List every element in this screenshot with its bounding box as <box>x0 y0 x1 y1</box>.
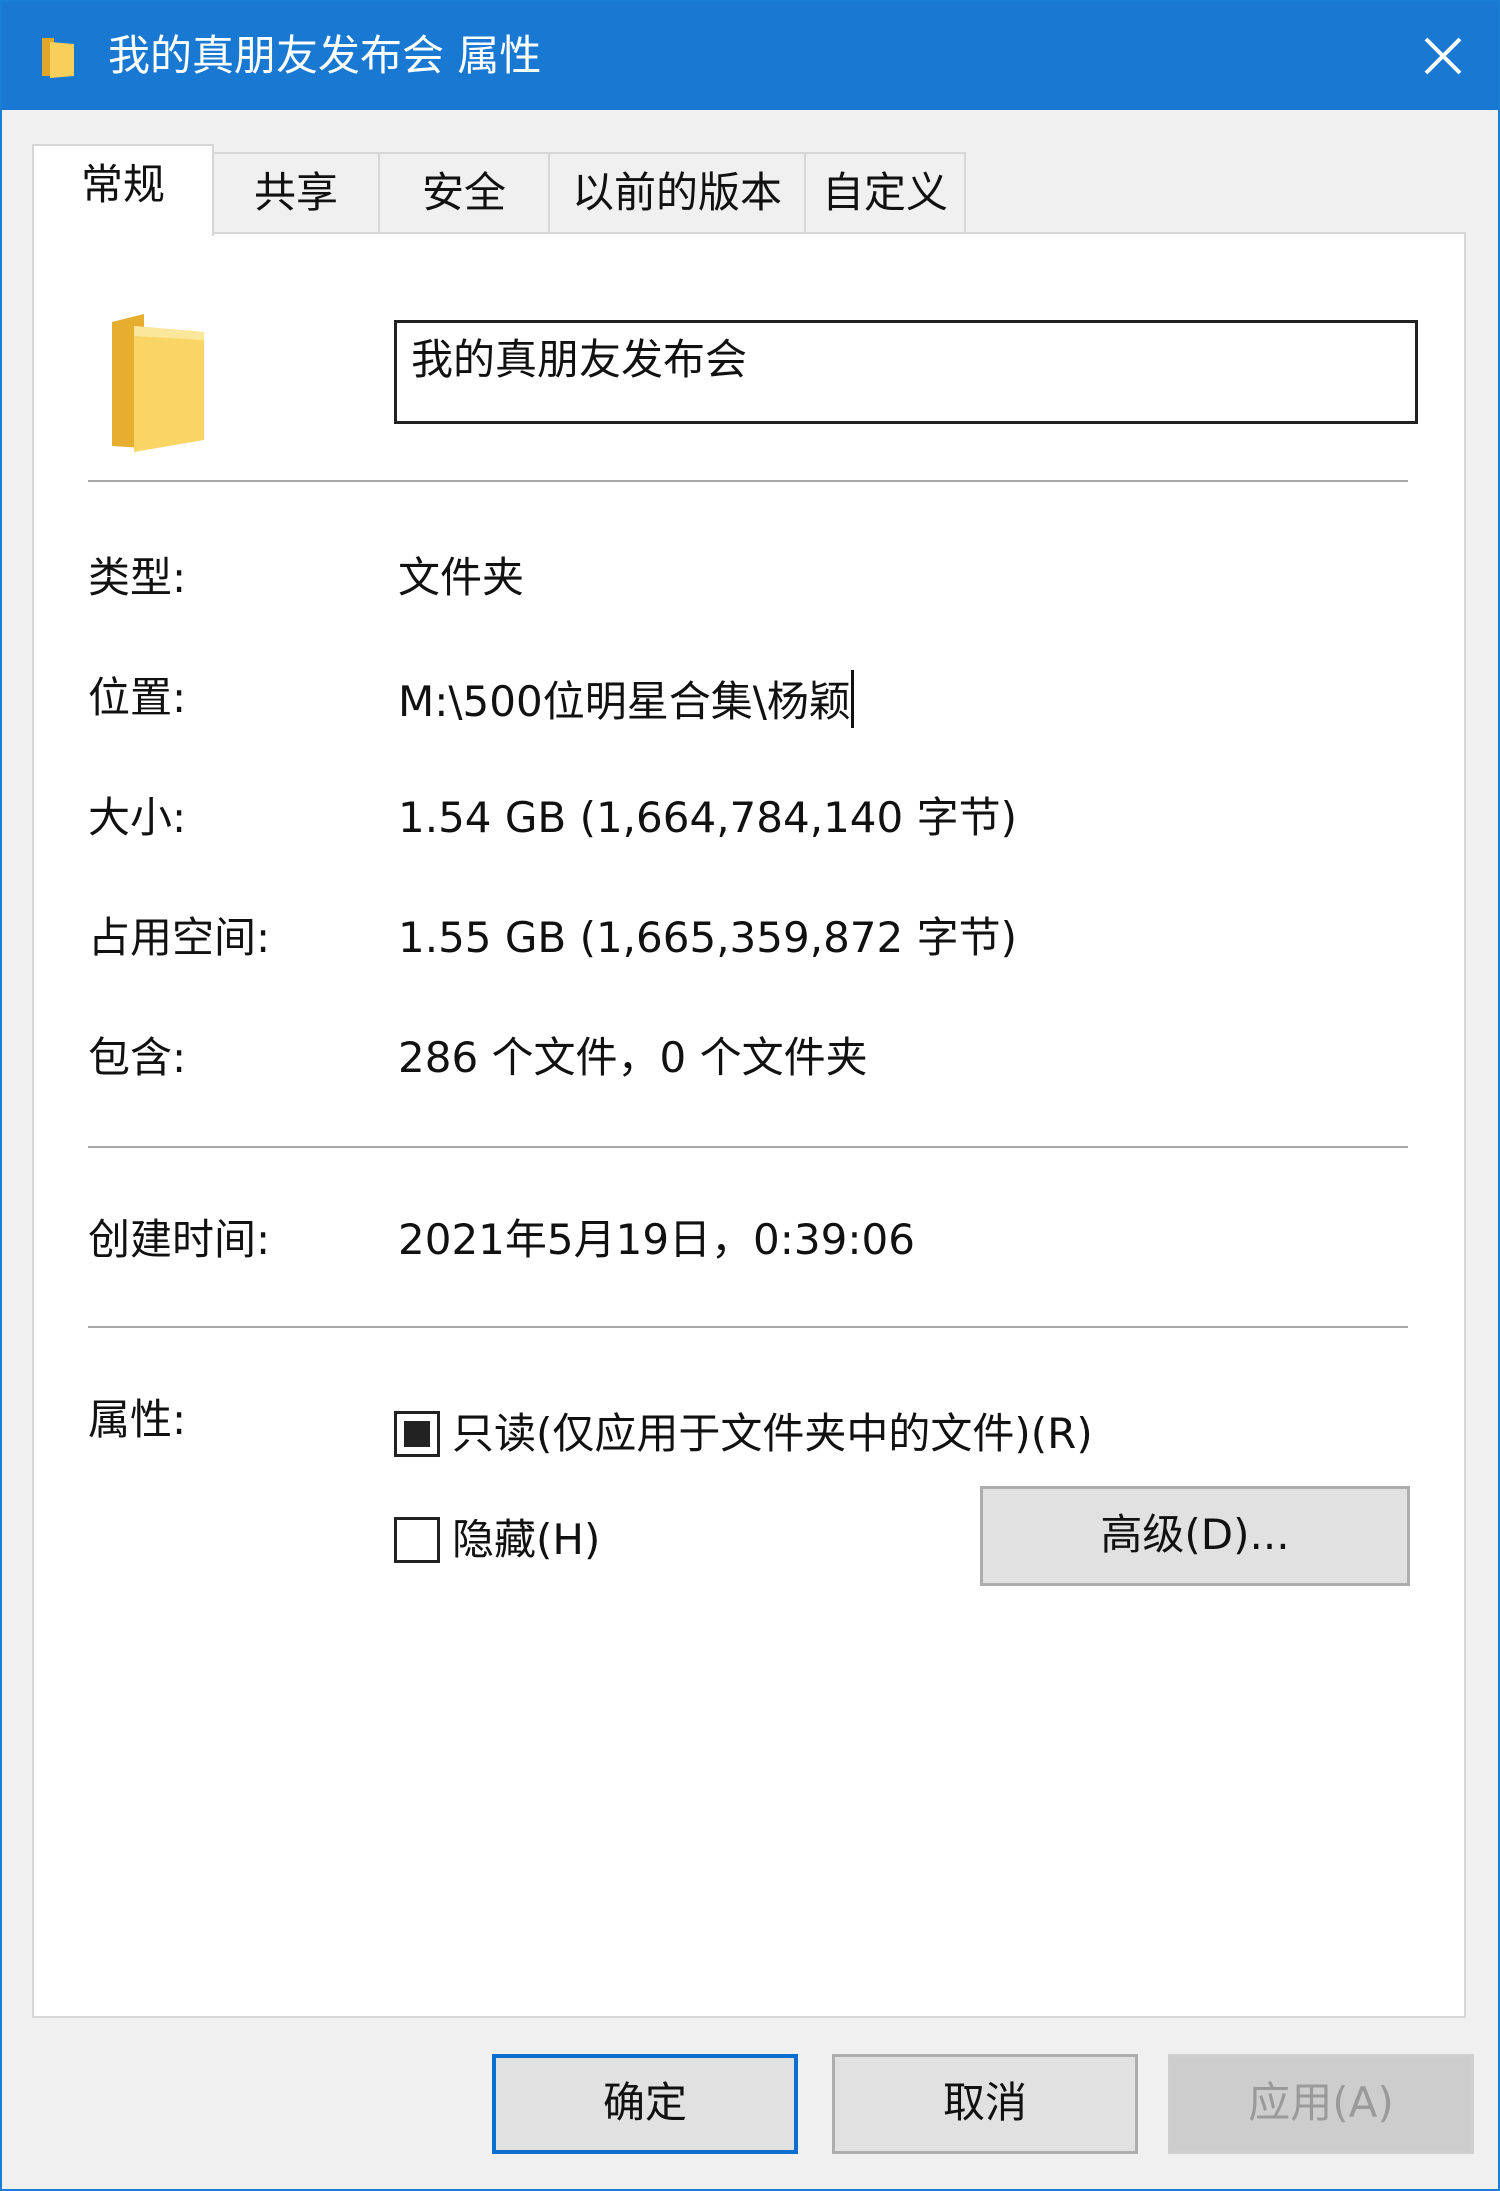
disk-size-label: 占用空间: <box>88 913 271 962</box>
title-bar[interactable]: 我的真朋友发布会 属性 <box>2 2 1498 110</box>
separator <box>88 480 1408 482</box>
folder-name-input[interactable]: 我的真朋友发布会 <box>394 320 1418 424</box>
cancel-button[interactable]: 取消 <box>832 2054 1138 2154</box>
hidden-checkbox-row[interactable]: 隐藏(H) <box>394 1512 600 1568</box>
folder-icon <box>112 314 204 452</box>
tab-strip: 常规 共享 安全 以前的版本 自定义 <box>32 144 1472 236</box>
tab-general[interactable]: 常规 <box>32 144 214 236</box>
separator <box>88 1326 1408 1328</box>
tab-sharing[interactable]: 共享 <box>212 152 380 234</box>
created-value[interactable]: 2021年5月19日，0:39:06 <box>398 1212 915 1268</box>
readonly-checkbox[interactable] <box>394 1411 440 1457</box>
disk-size-value[interactable]: 1.55 GB (1,665,359,872 字节) <box>398 910 1017 966</box>
location-text: M:\500位明星合集\杨颖 <box>398 677 851 726</box>
apply-button[interactable]: 应用(A) <box>1168 2054 1474 2154</box>
attributes-label: 属性: <box>88 1395 187 1444</box>
tab-panel-general: 我的真朋友发布会 类型: 文件夹 位置: M:\500位明星合集\杨颖 大小: … <box>32 232 1466 2018</box>
readonly-checkbox-row[interactable]: 只读(仅应用于文件夹中的文件)(R) <box>394 1406 1093 1462</box>
type-value[interactable]: 文件夹 <box>398 550 524 606</box>
close-icon <box>1424 37 1462 75</box>
readonly-checkbox-label[interactable]: 只读(仅应用于文件夹中的文件)(R) <box>452 1406 1093 1462</box>
contains-value[interactable]: 286 个文件，0 个文件夹 <box>398 1030 868 1086</box>
size-value[interactable]: 1.54 GB (1,664,784,140 字节) <box>398 790 1017 846</box>
properties-dialog: 我的真朋友发布会 属性 常规 共享 安全 以前的版本 自定义 我的真朋友发布会 … <box>0 0 1500 2191</box>
text-caret <box>850 670 854 728</box>
size-label: 大小: <box>88 793 187 842</box>
tab-previous-versions[interactable]: 以前的版本 <box>548 152 806 234</box>
close-button[interactable] <box>1388 2 1498 110</box>
tab-customize[interactable]: 自定义 <box>804 152 966 234</box>
window-title: 我的真朋友发布会 属性 <box>108 31 542 80</box>
folder-icon <box>42 38 74 78</box>
advanced-button[interactable]: 高级(D)... <box>980 1486 1410 1586</box>
indeterminate-mark <box>404 1421 430 1447</box>
contains-label: 包含: <box>88 1033 187 1082</box>
location-value[interactable]: M:\500位明星合集\杨颖 <box>398 670 854 730</box>
type-label: 类型: <box>88 553 187 602</box>
created-label: 创建时间: <box>88 1215 271 1264</box>
tab-security[interactable]: 安全 <box>378 152 550 234</box>
ok-button[interactable]: 确定 <box>492 2054 798 2154</box>
location-label: 位置: <box>88 673 187 722</box>
separator <box>88 1146 1408 1148</box>
hidden-checkbox[interactable] <box>394 1517 440 1563</box>
hidden-checkbox-label[interactable]: 隐藏(H) <box>452 1512 600 1568</box>
